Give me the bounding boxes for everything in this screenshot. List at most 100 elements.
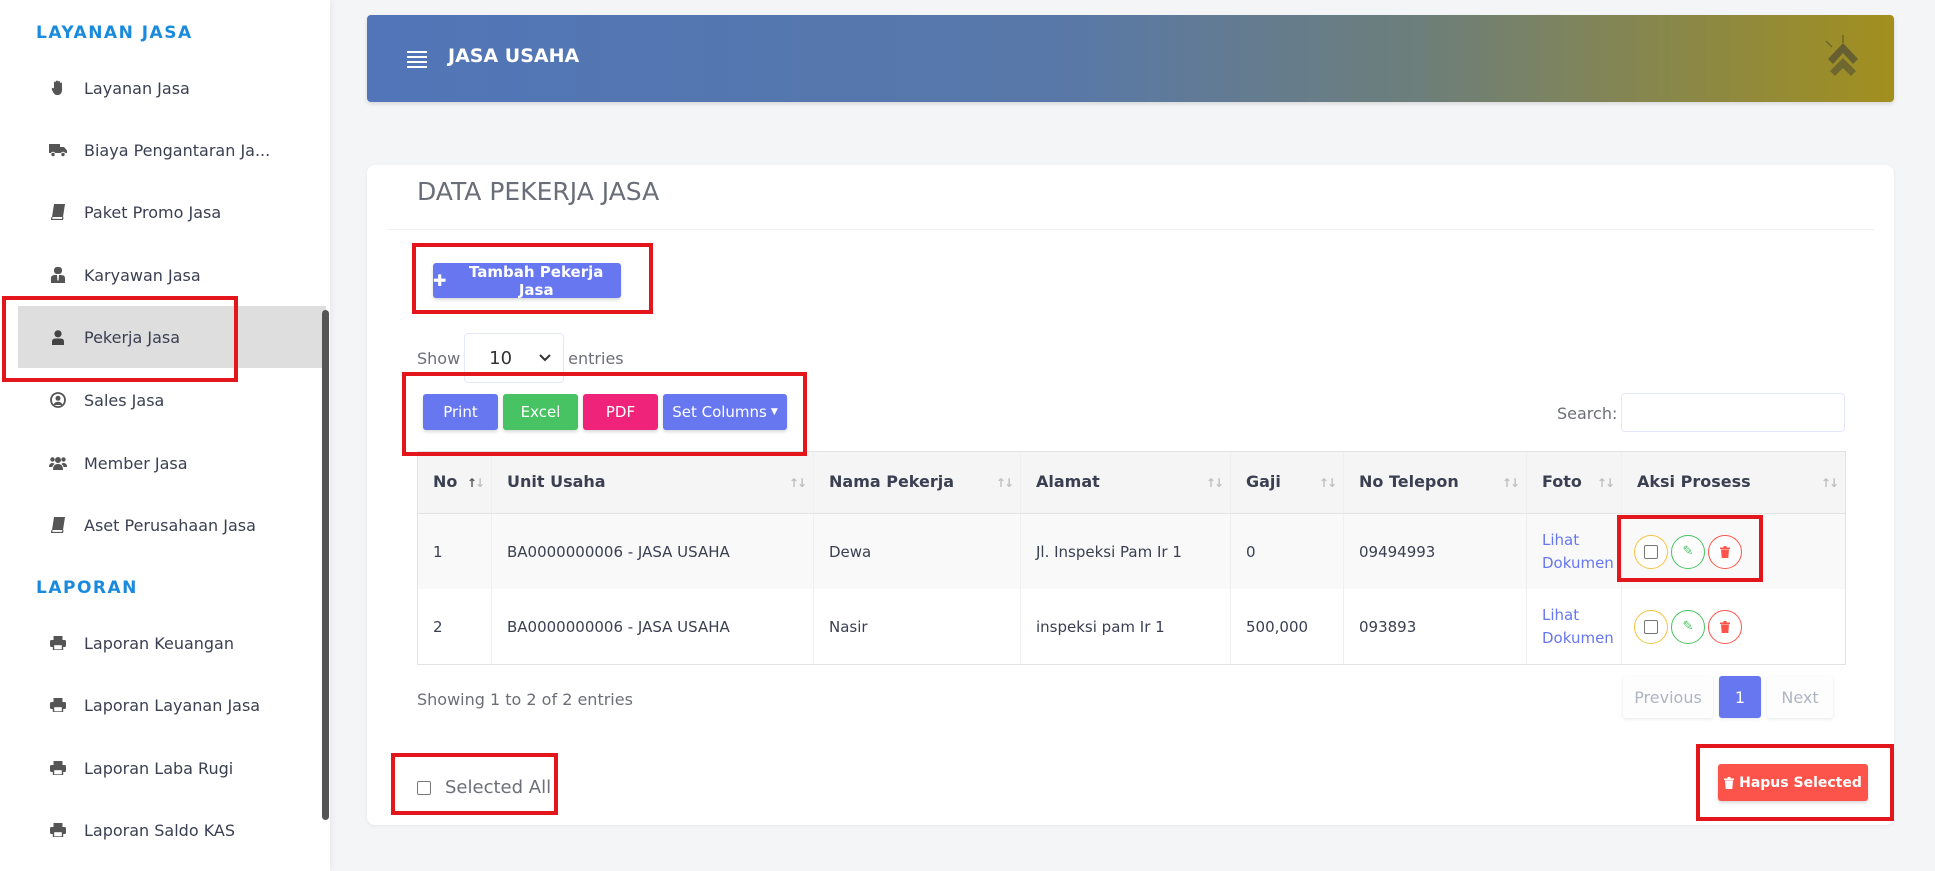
sidebar-item-label: Pekerja Jasa — [84, 327, 181, 347]
cell-actions: ✎ — [1622, 589, 1845, 664]
user-circle-icon — [48, 390, 68, 410]
column-header-alamat[interactable]: Alamat ↑↓ — [1021, 452, 1231, 513]
checkbox-icon — [1644, 619, 1658, 634]
print-button[interactable]: Print — [423, 394, 498, 430]
entries-length-control: Show 10 entries — [417, 333, 624, 383]
delete-button[interactable] — [1708, 609, 1742, 644]
column-header-no-telepon[interactable]: No Telepon ↑↓ — [1344, 452, 1527, 513]
delete-button[interactable] — [1708, 534, 1742, 569]
sidebar-item-biaya-pengantaran[interactable]: Biaya Pengantaran Ja... — [18, 119, 326, 181]
cell-actions: ✎ — [1622, 514, 1845, 589]
column-header-nama-pekerja[interactable]: Nama Pekerja ↑↓ — [814, 452, 1021, 513]
sort-icon: ↑↓ — [1596, 476, 1615, 490]
column-header-label: Aksi Prosess — [1637, 472, 1751, 491]
pdf-button[interactable]: PDF — [583, 394, 658, 430]
link-text: Dokumen — [1542, 628, 1614, 647]
cell-alamat: inspeksi pam Ir 1 — [1021, 589, 1231, 664]
delete-selected-button[interactable]: Hapus Selected — [1718, 764, 1868, 801]
sidebar-item-laporan-keuangan[interactable]: Laporan Keuangan — [18, 612, 326, 674]
app-title: JASA USAHA — [448, 45, 580, 67]
plus-icon: ✚ — [433, 271, 447, 290]
edit-button[interactable]: ✎ — [1671, 609, 1705, 644]
excel-button[interactable]: Excel — [503, 394, 578, 430]
user-icon — [48, 327, 68, 347]
link-text: Lihat — [1542, 530, 1580, 549]
page-1-button[interactable]: 1 — [1719, 676, 1761, 718]
sidebar-item-layanan-jasa[interactable]: Layanan Jasa — [18, 57, 326, 119]
row-select-checkbox[interactable] — [1634, 609, 1668, 644]
main-card: DATA PEKERJA JASA ✚ Tambah Pekerja Jasa … — [367, 165, 1894, 825]
sidebar-item-laporan-saldo-kas[interactable]: Laporan Saldo KAS — [18, 799, 326, 861]
cell-no: 2 — [418, 589, 492, 664]
lihat-dokumen-link[interactable]: Lihat Dokumen — [1527, 589, 1622, 664]
pagination: Previous 1 Next — [1623, 676, 1839, 718]
sort-icon: ↑↓ — [995, 476, 1014, 490]
caret-down-icon: ▼ — [770, 407, 778, 417]
link-text: Dokumen — [1542, 553, 1614, 572]
row-select-checkbox[interactable] — [1634, 534, 1668, 569]
entries-select[interactable]: 10 — [464, 333, 565, 383]
hamburger-menu-icon[interactable] — [407, 51, 427, 71]
sidebar-item-label: Member Jasa — [84, 453, 188, 473]
pekerja-table: No ↑↓ Unit Usaha ↑↓ Nama Pekerja ↑↓ Alamat ↑… — [417, 451, 1846, 665]
add-pekerja-label: Tambah Pekerja Jasa — [469, 262, 604, 299]
users-icon — [48, 453, 68, 473]
sidebar-item-aset[interactable]: Aset Perusahaan Jasa — [18, 494, 326, 556]
column-header-label: No Telepon — [1359, 472, 1459, 491]
sidebar-item-laporan-layanan[interactable]: Laporan Layanan Jasa — [18, 674, 326, 736]
sidebar-item-karyawan[interactable]: Karyawan Jasa — [18, 244, 326, 306]
sidebar-item-label: Paket Promo Jasa — [84, 202, 222, 222]
edit-button[interactable]: ✎ — [1671, 534, 1705, 569]
select-all-checkbox[interactable] — [417, 780, 431, 795]
column-header-unit-usaha[interactable]: Unit Usaha ↑↓ — [492, 452, 814, 513]
column-header-foto[interactable]: Foto ↑↓ — [1527, 452, 1622, 513]
sidebar-section-layanan-jasa: LAYANAN JASA — [36, 23, 193, 43]
column-header-label: Gaji — [1246, 472, 1281, 491]
sort-asc-icon: ↑↓ — [466, 476, 485, 490]
sidebar-item-label: Laporan Layanan Jasa — [84, 695, 261, 715]
sidebar-item-label: Aset Perusahaan Jasa — [84, 515, 256, 535]
cell-gaji: 0 — [1231, 514, 1344, 589]
sidebar-item-paket-promo[interactable]: Paket Promo Jasa — [18, 181, 326, 243]
column-header-no[interactable]: No ↑↓ — [418, 452, 492, 513]
set-columns-button[interactable]: Set Columns ▼ — [663, 394, 787, 430]
add-pekerja-button[interactable]: ✚ Tambah Pekerja Jasa — [433, 262, 621, 299]
lihat-dokumen-link[interactable]: Lihat Dokumen — [1527, 514, 1622, 589]
sort-icon: ↑↓ — [788, 476, 807, 490]
sidebar-item-laporan-laba-rugi[interactable]: Laporan Laba Rugi — [18, 737, 326, 799]
previous-page-button[interactable]: Previous — [1623, 676, 1713, 718]
book-icon — [48, 515, 68, 535]
cell-unit-usaha: BA0000000006 - JASA USAHA — [492, 589, 814, 664]
cell-no: 1 — [418, 514, 492, 589]
sidebar-item-member[interactable]: Member Jasa — [18, 432, 326, 494]
column-header-label: Foto — [1542, 472, 1582, 491]
sort-icon: ↑↓ — [1501, 476, 1520, 490]
set-columns-label: Set Columns — [672, 403, 767, 421]
table-row: 2 BA0000000006 - JASA USAHA Nasir inspek… — [418, 589, 1845, 664]
column-header-label: Unit Usaha — [507, 472, 606, 491]
select-all-label: Selected All — [445, 777, 552, 798]
sidebar-item-pekerja-jasa[interactable]: Pekerja Jasa — [18, 306, 326, 368]
sidebar-item-label: Laporan Saldo KAS — [84, 820, 236, 840]
link-text: Lihat — [1542, 605, 1580, 624]
show-label: Show — [417, 348, 461, 368]
truck-icon — [48, 140, 68, 160]
sidebar-scrollbar[interactable] — [322, 310, 329, 820]
card-divider — [387, 229, 1874, 230]
cell-unit-usaha: BA0000000006 - JASA USAHA — [492, 514, 814, 589]
column-header-label: Nama Pekerja — [829, 472, 955, 491]
edit-icon: ✎ — [1682, 544, 1694, 559]
sort-icon: ↑↓ — [1205, 476, 1224, 490]
next-page-button[interactable]: Next — [1767, 676, 1833, 718]
search-input[interactable] — [1621, 393, 1845, 432]
column-header-aksi[interactable]: Aksi Prosess ↑↓ — [1622, 452, 1845, 513]
table-row: 1 BA0000000006 - JASA USAHA Dewa Jl. Ins… — [418, 514, 1845, 589]
sidebar-item-sales[interactable]: Sales Jasa — [18, 369, 326, 431]
search-label: Search: — [1557, 404, 1618, 423]
book-icon — [48, 202, 68, 222]
print-icon — [48, 633, 68, 653]
column-header-gaji[interactable]: Gaji ↑↓ — [1231, 452, 1344, 513]
sidebar: LAYANAN JASA Layanan Jasa Biaya Penganta… — [0, 0, 330, 871]
select-all-control[interactable]: Selected All — [417, 777, 551, 798]
trash-icon — [1720, 545, 1730, 558]
